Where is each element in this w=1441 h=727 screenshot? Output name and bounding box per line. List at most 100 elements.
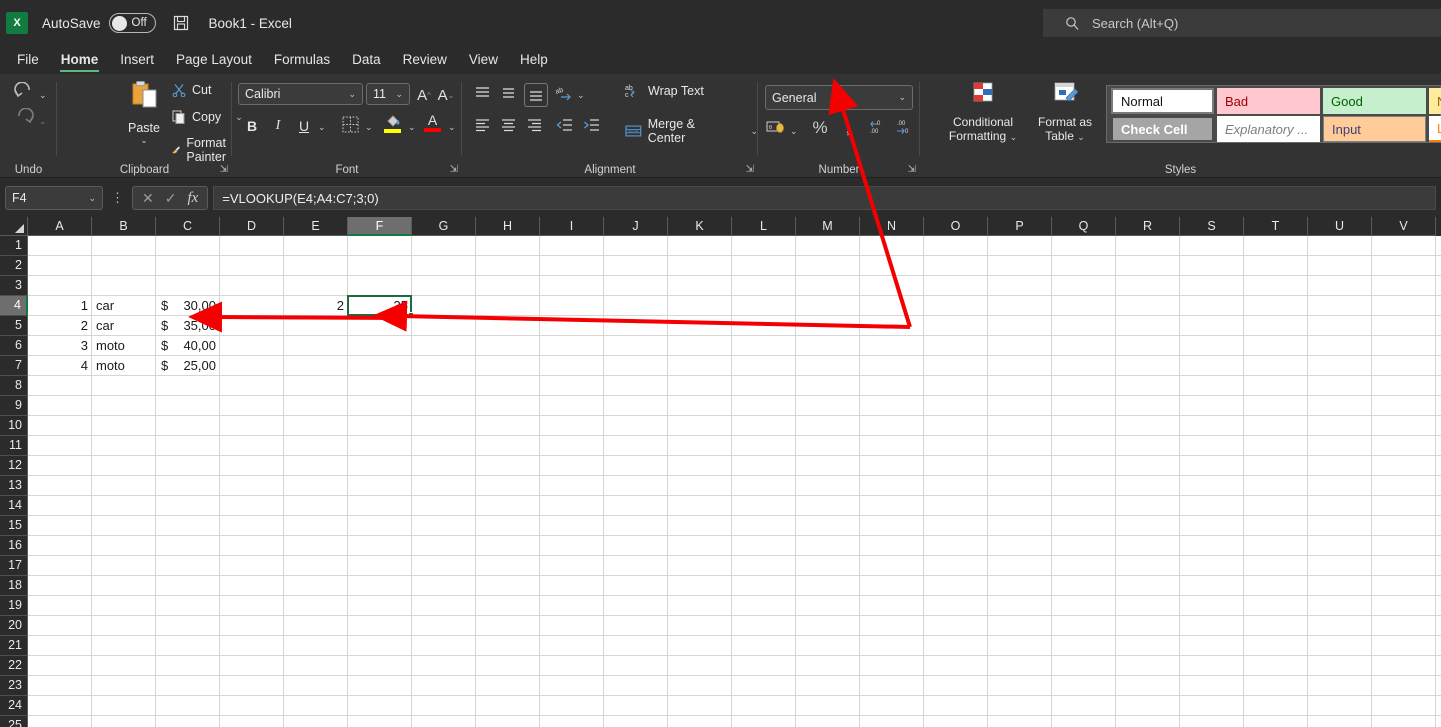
borders-icon[interactable] bbox=[342, 116, 359, 133]
cell-B5[interactable]: car bbox=[92, 316, 156, 336]
row-header-24[interactable]: 24 bbox=[0, 696, 28, 716]
style-explanatory[interactable]: Explanatory ... bbox=[1217, 116, 1320, 142]
fill-handle[interactable] bbox=[408, 312, 414, 318]
column-header-h[interactable]: H bbox=[476, 217, 540, 236]
column-header-l[interactable]: L bbox=[732, 217, 796, 236]
row-header-9[interactable]: 9 bbox=[0, 396, 28, 416]
paste-chevron-down-icon[interactable]: ⌄ bbox=[120, 135, 168, 146]
tab-file[interactable]: File bbox=[6, 46, 50, 74]
font-size-input[interactable]: 11 ⌄ bbox=[366, 83, 410, 105]
conditional-formatting-button[interactable]: Conditional Formatting ⌄ bbox=[938, 82, 1028, 144]
format-painter-button[interactable]: Format Painter bbox=[172, 136, 233, 164]
comma-style-button[interactable]: , bbox=[838, 118, 858, 138]
row-header-5[interactable]: 5 bbox=[0, 316, 28, 336]
cell-B7[interactable]: moto bbox=[92, 356, 156, 376]
orientation-chevron-down-icon[interactable]: ⌄ bbox=[577, 90, 585, 101]
column-header-j[interactable]: J bbox=[604, 217, 668, 236]
column-header-f[interactable]: F bbox=[348, 217, 412, 236]
search-input[interactable]: Search (Alt+Q) bbox=[1043, 9, 1441, 37]
style-check-cell[interactable]: Check Cell bbox=[1111, 116, 1214, 142]
row-header-2[interactable]: 2 bbox=[0, 256, 28, 276]
column-header-g[interactable]: G bbox=[412, 217, 476, 236]
style-good[interactable]: Good bbox=[1323, 88, 1426, 114]
column-header-n[interactable]: N bbox=[860, 217, 924, 236]
style-linked-cell[interactable]: Linked C bbox=[1429, 116, 1441, 142]
redo-dropdown-chevron-down-icon[interactable]: ⌄ bbox=[39, 116, 47, 127]
column-header-q[interactable]: Q bbox=[1052, 217, 1116, 236]
tab-insert[interactable]: Insert bbox=[109, 46, 165, 74]
tab-home[interactable]: Home bbox=[50, 46, 110, 74]
bold-button[interactable]: B bbox=[242, 116, 262, 136]
formula-bar-more-icon[interactable]: ⋮ bbox=[111, 190, 124, 206]
tab-review[interactable]: Review bbox=[392, 46, 458, 74]
sheet-canvas[interactable]: 1 car 30,00 $2 car 35,00 $3 moto 40,00 $4 moto 25,0… bbox=[28, 236, 1441, 727]
underline-chevron-down-icon[interactable]: ⌄ bbox=[318, 122, 326, 133]
orientation-icon[interactable]: ab bbox=[555, 85, 573, 101]
style-input[interactable]: Input bbox=[1323, 116, 1426, 142]
column-header-v[interactable]: V bbox=[1372, 217, 1436, 236]
name-box[interactable]: F4 ⌄ bbox=[5, 186, 103, 210]
row-header-8[interactable]: 8 bbox=[0, 376, 28, 396]
row-header-11[interactable]: 11 bbox=[0, 436, 28, 456]
decrease-indent-icon[interactable] bbox=[556, 117, 574, 133]
style-neutral[interactable]: Neutral bbox=[1429, 88, 1441, 114]
cell-A4[interactable]: 1 bbox=[28, 296, 92, 316]
column-header-r[interactable]: R bbox=[1116, 217, 1180, 236]
align-center-icon[interactable] bbox=[500, 117, 517, 133]
borders-chevron-down-icon[interactable]: ⌄ bbox=[365, 122, 373, 133]
cell-A7[interactable]: 4 bbox=[28, 356, 92, 376]
style-normal[interactable]: Normal bbox=[1111, 88, 1214, 114]
column-header-p[interactable]: P bbox=[988, 217, 1052, 236]
wrap-text-button[interactable]: ab c Wrap Text bbox=[625, 83, 704, 99]
format-as-table-chevron-down-icon[interactable]: ⌄ bbox=[1077, 132, 1085, 142]
cell-B4[interactable]: car bbox=[92, 296, 156, 316]
row-header-12[interactable]: 12 bbox=[0, 456, 28, 476]
select-all-corner-icon[interactable] bbox=[0, 217, 28, 236]
column-header-u[interactable]: U bbox=[1308, 217, 1372, 236]
font-dialog-launcher-icon[interactable]: ⇲ bbox=[450, 164, 458, 175]
underline-button[interactable]: U bbox=[294, 116, 314, 136]
row-header-21[interactable]: 21 bbox=[0, 636, 28, 656]
selected-cell-outline[interactable] bbox=[347, 295, 412, 316]
row-header-23[interactable]: 23 bbox=[0, 676, 28, 696]
row-header-10[interactable]: 10 bbox=[0, 416, 28, 436]
row-header-15[interactable]: 15 bbox=[0, 516, 28, 536]
row-header-22[interactable]: 22 bbox=[0, 656, 28, 676]
column-header-k[interactable]: K bbox=[668, 217, 732, 236]
column-header-i[interactable]: I bbox=[540, 217, 604, 236]
tab-view[interactable]: View bbox=[458, 46, 509, 74]
column-header-a[interactable]: A bbox=[28, 217, 92, 236]
paste-button[interactable]: Paste ⌄ bbox=[120, 80, 168, 146]
alignment-dialog-launcher-icon[interactable]: ⇲ bbox=[746, 164, 754, 175]
increase-decimal-icon[interactable]: 0.00 bbox=[868, 119, 887, 135]
tab-page-layout[interactable]: Page Layout bbox=[165, 46, 263, 74]
insert-function-icon[interactable]: fx bbox=[187, 190, 198, 207]
accounting-format-icon[interactable]: ¤ bbox=[766, 119, 785, 136]
enter-check-icon[interactable]: ✓ bbox=[165, 190, 177, 207]
tab-help[interactable]: Help bbox=[509, 46, 559, 74]
row-header-16[interactable]: 16 bbox=[0, 536, 28, 556]
grow-font-icon[interactable]: A ^ bbox=[414, 85, 434, 105]
row-header-17[interactable]: 17 bbox=[0, 556, 28, 576]
font-size-chevron-down-icon[interactable]: ⌄ bbox=[395, 89, 403, 100]
row-header-1[interactable]: 1 bbox=[0, 236, 28, 256]
accounting-chevron-down-icon[interactable]: ⌄ bbox=[790, 126, 798, 137]
autosave-toggle[interactable]: Off bbox=[108, 13, 156, 33]
cancel-x-icon[interactable]: ✕ bbox=[142, 190, 154, 207]
column-header-b[interactable]: B bbox=[92, 217, 156, 236]
fill-color-chevron-down-icon[interactable]: ⌄ bbox=[408, 122, 416, 133]
shrink-font-icon[interactable]: A ⌄ bbox=[436, 85, 456, 105]
row-header-6[interactable]: 6 bbox=[0, 336, 28, 356]
row-header-18[interactable]: 18 bbox=[0, 576, 28, 596]
format-as-table-button[interactable]: Format as Table ⌄ bbox=[1030, 82, 1100, 144]
undo-dropdown-chevron-down-icon[interactable]: ⌄ bbox=[39, 90, 47, 101]
row-header-25[interactable]: 25 bbox=[0, 716, 28, 727]
row-header-20[interactable]: 20 bbox=[0, 616, 28, 636]
number-format-chevron-down-icon[interactable]: ⌄ bbox=[898, 92, 906, 103]
cell-A5[interactable]: 2 bbox=[28, 316, 92, 336]
increase-indent-icon[interactable] bbox=[583, 117, 601, 133]
number-format-select[interactable]: General ⌄ bbox=[765, 85, 913, 110]
save-icon[interactable] bbox=[172, 14, 190, 32]
cell-A6[interactable]: 3 bbox=[28, 336, 92, 356]
column-header-e[interactable]: E bbox=[284, 217, 348, 236]
